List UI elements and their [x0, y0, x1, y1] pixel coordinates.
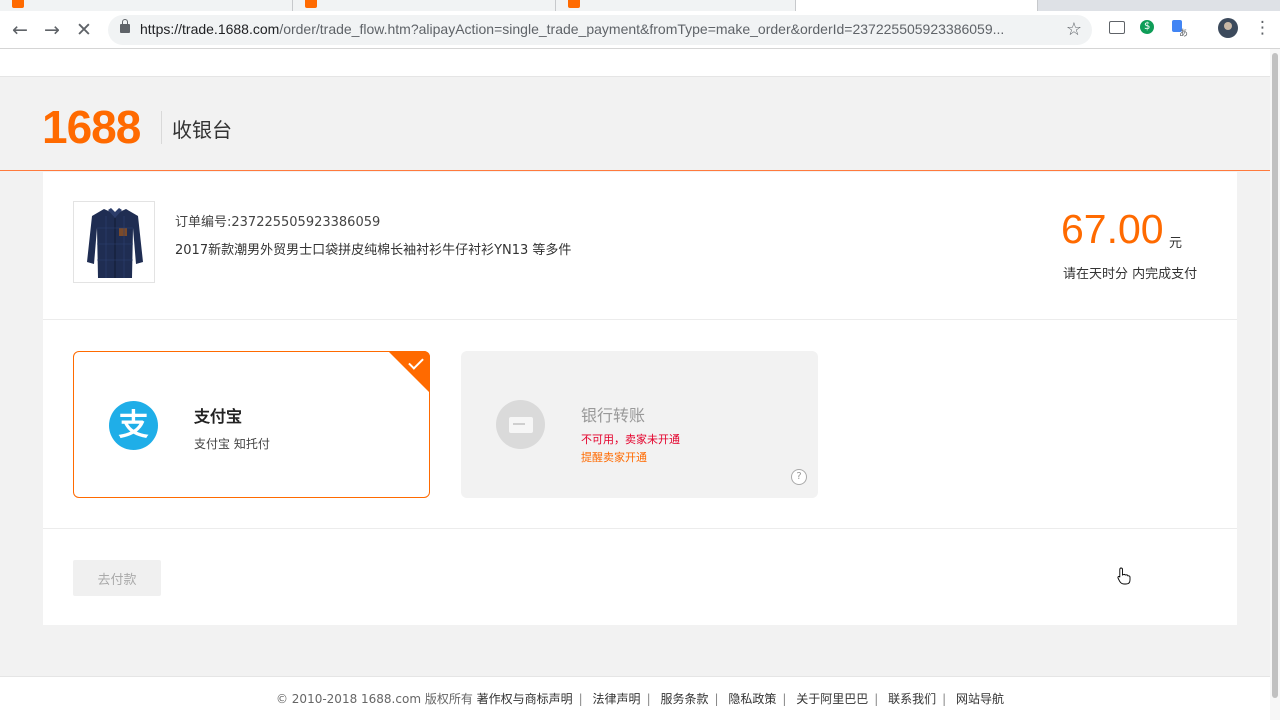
address-bar[interactable]: https://trade.1688.com/order/trade_flow.…: [108, 15, 1092, 45]
footer-link[interactable]: 著作权与商标声明: [477, 692, 573, 706]
order-summary: 订单编号:237225505923386059 2017新款潮男外贸男士口袋拼皮…: [43, 172, 1237, 320]
cashier-panel: 订单编号:237225505923386059 2017新款潮男外贸男士口袋拼皮…: [43, 172, 1237, 625]
alipay-label: 支付宝: [194, 407, 243, 426]
payment-amount: 67.00: [1061, 206, 1164, 252]
browser-tab[interactable]: [293, 0, 556, 11]
browser-tab-active[interactable]: [796, 0, 1038, 11]
pay-button[interactable]: 去付款: [73, 560, 161, 596]
scroll-thumb[interactable]: [1272, 53, 1278, 698]
lock-icon: [120, 19, 130, 33]
payment-methods: 支 支付宝 支付宝 知托付 银行转账 不可用，卖家未开通 提醒卖家开通 ?: [43, 321, 1237, 529]
alipay-slogan: 支付宝 知托付: [194, 437, 270, 451]
favicon-icon: [568, 0, 580, 8]
translate-icon[interactable]: [1169, 17, 1191, 45]
cashier-header: 1688 收银台: [0, 78, 1270, 171]
bookmark-star-icon[interactable]: ☆: [1066, 19, 1082, 40]
shirt-image: [87, 208, 143, 278]
footer-link[interactable]: 法律声明: [593, 692, 641, 706]
browser-toolbar: ← → ✕ https://trade.1688.com/order/trade…: [0, 11, 1280, 49]
forward-icon[interactable]: →: [40, 19, 64, 41]
url-text: https://trade.1688.com/order/trade_flow.…: [140, 21, 1005, 37]
footer-link[interactable]: 服务条款: [660, 692, 708, 706]
browser-tab[interactable]: [556, 0, 796, 11]
footer: © 2010-2018 1688.com 版权所有 著作权与商标声明 | 法律声明…: [0, 676, 1270, 720]
page-title: 收银台: [172, 118, 232, 142]
alipay-icon: 支: [109, 401, 158, 450]
product-thumbnail[interactable]: [73, 201, 155, 283]
logo[interactable]: 1688: [42, 102, 141, 152]
payment-option-alipay[interactable]: 支 支付宝 支付宝 知托付: [73, 351, 430, 498]
copyright-text: © 2010-2018 1688.com 版权所有: [275, 692, 473, 706]
selected-check-icon: [388, 351, 430, 393]
favicon-icon: [12, 0, 24, 8]
stop-icon[interactable]: ✕: [72, 19, 96, 41]
footer-link[interactable]: 隐私政策: [728, 692, 776, 706]
browser-tab[interactable]: [0, 0, 293, 11]
hand-cursor-icon: [1117, 567, 1131, 585]
help-icon[interactable]: ?: [791, 469, 807, 485]
currency-unit: 元: [1169, 236, 1183, 251]
browser-tab-strip: [0, 0, 1280, 11]
divider: [161, 111, 162, 144]
bank-card-icon: [496, 400, 545, 449]
footer-links: © 2010-2018 1688.com 版权所有 著作权与商标声明 | 法律声明…: [275, 692, 1005, 706]
product-title: 2017新款潮男外贸男士口袋拼皮纯棉长袖衬衫牛仔衬衫YN13 等多件: [175, 243, 572, 258]
footer-link[interactable]: 网站导航: [956, 692, 1004, 706]
top-bar: [0, 49, 1270, 77]
profile-avatar[interactable]: [1218, 18, 1238, 38]
favicon-icon: [305, 0, 317, 8]
payment-option-bank-transfer: 银行转账 不可用，卖家未开通 提醒卖家开通 ?: [461, 351, 818, 498]
bank-transfer-label: 银行转账: [581, 406, 646, 425]
back-icon[interactable]: ←: [8, 19, 32, 41]
payment-deadline: 请在天时分 内完成支付: [1063, 267, 1198, 282]
extension-icon[interactable]: [1137, 16, 1159, 39]
footer-link[interactable]: 关于阿里巴巴: [796, 692, 868, 706]
menu-icon[interactable]: ⋮: [1254, 17, 1271, 39]
cast-icon[interactable]: [1106, 17, 1128, 39]
unavailable-notice: 不可用，卖家未开通: [581, 433, 680, 446]
footer-link[interactable]: 联系我们: [888, 692, 936, 706]
remind-seller-link[interactable]: 提醒卖家开通: [581, 449, 647, 465]
order-number: 订单编号:237225505923386059: [175, 215, 381, 230]
scrollbar[interactable]: [1270, 49, 1280, 720]
